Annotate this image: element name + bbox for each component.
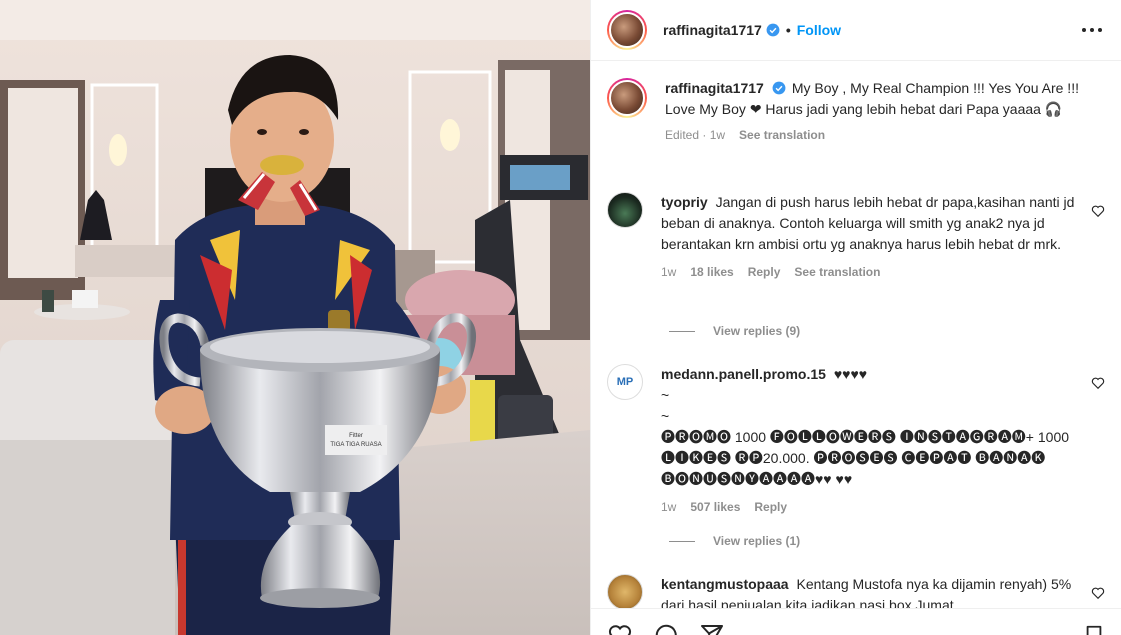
comment-avatar[interactable] <box>607 192 643 228</box>
heart-outline-icon[interactable] <box>1091 586 1105 600</box>
reply-button[interactable]: Reply <box>748 265 781 279</box>
replies-line <box>669 540 695 542</box>
comment-text: ~ <box>661 387 670 403</box>
verified-badge-icon <box>766 23 780 37</box>
post-sidebar: raffinagita1717 • Follow raffinagita1717… <box>590 0 1121 635</box>
post-photo[interactable]: Fitter TIGA TIGA RUASA <box>0 0 590 635</box>
comment-likes[interactable]: 507 likes <box>690 500 740 514</box>
comment-text: 🅟🅡🅞🅜🅞 1000 🅕🅞🅛🅛🅞🅦🅔🅡🅢 🅘🅝🅢🅣🅐🅖🅡🅐🅜+ 1000 🅛🅘🅚… <box>661 429 1070 487</box>
like-heart-icon[interactable] <box>607 623 633 635</box>
comment-item: tyopriy Jangan di push harus lebih hebat… <box>607 192 1107 279</box>
comment-time: 1w <box>661 500 677 514</box>
share-icon[interactable] <box>699 623 725 635</box>
verified-badge-icon <box>772 81 786 95</box>
comment-username[interactable]: tyopriy <box>661 194 708 210</box>
comment-username[interactable]: kentangmustopaaa <box>661 576 789 592</box>
comment-text: ~ <box>661 408 670 424</box>
comment-avatar[interactable]: MP <box>607 364 643 400</box>
comment-username[interactable]: medann.panell.promo.15 <box>661 366 826 382</box>
trophy-label-2: TIGA TIGA RUASA <box>330 442 381 448</box>
caption-see-translation[interactable]: See translation <box>739 128 825 142</box>
follow-button[interactable]: Follow <box>797 22 841 38</box>
replies-line <box>669 330 695 332</box>
post-header: raffinagita1717 • Follow <box>591 0 1121 61</box>
caption-avatar[interactable] <box>607 78 647 118</box>
save-icon[interactable] <box>1083 623 1105 635</box>
view-replies-button[interactable]: View replies (9) <box>669 324 800 338</box>
more-options-icon[interactable] <box>1082 22 1102 38</box>
comments-list[interactable]: raffinagita1717 My Boy , My Real Champion… <box>591 62 1121 608</box>
view-replies-label: View replies (9) <box>713 324 801 338</box>
post-actions-bar <box>591 608 1121 635</box>
view-replies-button[interactable]: View replies (1) <box>669 534 800 548</box>
photo-illustration: Fitter TIGA TIGA RUASA <box>0 0 590 635</box>
separator-dot: • <box>785 22 791 38</box>
author-username[interactable]: raffinagita1717 <box>663 22 762 38</box>
comment-time: 1w <box>661 265 677 279</box>
heart-outline-icon[interactable] <box>1091 204 1105 218</box>
comment-icon[interactable] <box>653 623 679 635</box>
comment-likes[interactable]: 18 likes <box>690 265 733 279</box>
comment-text: ♥♥♥♥ <box>833 366 868 382</box>
caption-username[interactable]: raffinagita1717 <box>665 80 764 96</box>
view-replies-label: View replies (1) <box>713 534 801 548</box>
post-caption: raffinagita1717 My Boy , My Real Champion… <box>607 78 1107 142</box>
author-avatar[interactable] <box>607 10 647 50</box>
caption-edited-time: Edited · 1w <box>665 128 726 142</box>
heart-outline-icon[interactable] <box>1091 376 1105 390</box>
comment-item: kentangmustopaaa Kentang Mustofa nya ka … <box>607 574 1107 608</box>
comment-item: MP medann.panell.promo.15 ♥♥♥♥ ~ ~ 🅟🅡🅞🅜🅞… <box>607 364 1107 514</box>
see-translation-button[interactable]: See translation <box>794 265 880 279</box>
reply-button[interactable]: Reply <box>754 500 787 514</box>
trophy-label-1: Fitter <box>349 433 363 439</box>
comment-avatar[interactable] <box>607 574 643 608</box>
comment-text: Jangan di push harus lebih hebat dr papa… <box>661 194 1075 252</box>
